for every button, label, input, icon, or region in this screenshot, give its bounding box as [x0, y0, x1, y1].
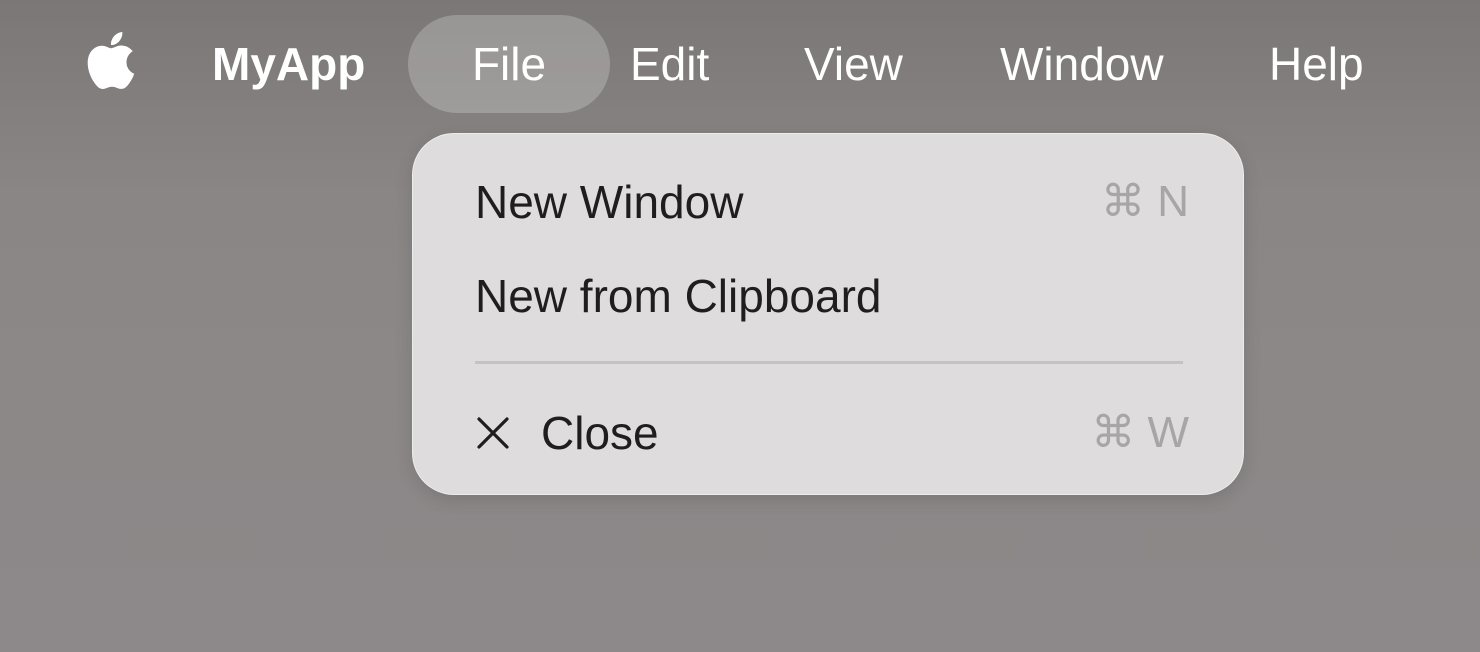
apple-logo-icon[interactable]: [80, 26, 136, 94]
close-icon: [477, 417, 509, 449]
edit-menu[interactable]: Edit: [630, 15, 709, 113]
menu-item-label: New Window: [475, 176, 744, 228]
shortcut-label: ⌘ W: [1091, 408, 1189, 457]
menu-item-label: New from Clipboard: [475, 270, 882, 322]
view-menu[interactable]: View: [804, 15, 903, 113]
file-menu[interactable]: File: [408, 15, 610, 113]
file-dropdown-menu: New Window ⌘ N New from Clipboard Close …: [412, 133, 1244, 495]
menu-separator: [475, 361, 1183, 364]
help-menu[interactable]: Help: [1269, 15, 1364, 113]
menu-item-new-from-clipboard[interactable]: New from Clipboard: [413, 251, 1245, 341]
menu-item-new-window[interactable]: New Window ⌘ N: [413, 157, 1245, 247]
window-menu[interactable]: Window: [1000, 15, 1164, 113]
menu-item-label: Close: [541, 407, 659, 459]
app-menu[interactable]: MyApp: [212, 15, 365, 113]
menu-bar: MyApp File Edit View Window Help: [0, 0, 1480, 130]
menu-item-close[interactable]: Close ⌘ W: [413, 388, 1245, 478]
shortcut-label: ⌘ N: [1101, 177, 1189, 226]
